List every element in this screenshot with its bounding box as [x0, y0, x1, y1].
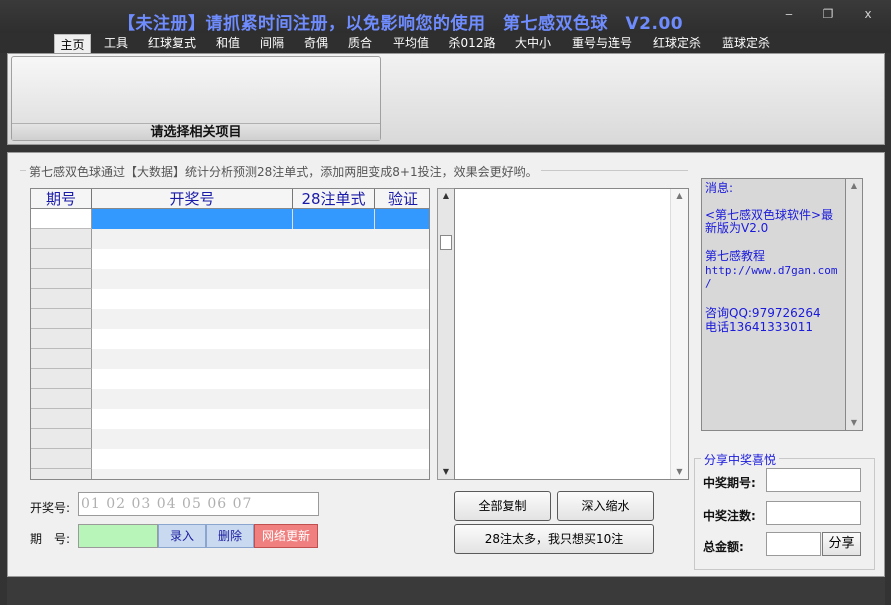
minimize-icon[interactable]: ‒: [778, 6, 800, 22]
table-row[interactable]: [31, 249, 429, 269]
table-row[interactable]: [31, 449, 429, 469]
scroll-down-icon[interactable]: ▼: [846, 416, 862, 430]
message-phone: 电话13641333011: [705, 320, 813, 334]
ribbon-group: 请选择相关项目: [11, 56, 381, 141]
tab-red-multiple[interactable]: 红球复式: [143, 33, 201, 53]
total-amount-input[interactable]: [766, 532, 821, 556]
table-row[interactable]: [31, 209, 429, 229]
table-row[interactable]: [31, 389, 429, 409]
col-header-verify[interactable]: 验证: [375, 189, 429, 209]
tab-sum[interactable]: 和值: [210, 33, 246, 53]
tab-size[interactable]: 大中小: [509, 33, 557, 53]
close-icon[interactable]: x: [857, 6, 879, 22]
bets-output-textarea[interactable]: ▲ ▼: [454, 188, 689, 480]
table-row[interactable]: [31, 469, 429, 479]
tab-red-kill[interactable]: 红球定杀: [647, 33, 707, 53]
message-qq: 咨询QQ:979726264: [705, 306, 821, 320]
tab-repeat-consecutive[interactable]: 重号与连号: [566, 33, 638, 53]
period-input[interactable]: [78, 524, 158, 548]
menu-bar: 主页 工具 红球复式 和值 间隔 奇偶 质合 平均值 杀012路 大中小 重号与…: [0, 33, 891, 54]
table-row[interactable]: [31, 329, 429, 349]
table-row[interactable]: [31, 349, 429, 369]
col-header-28bets[interactable]: 28注单式: [293, 189, 375, 209]
copy-all-button[interactable]: 全部复制: [454, 491, 551, 521]
table-row[interactable]: [31, 309, 429, 329]
share-legend: 分享中奖喜悦: [701, 451, 780, 468]
tab-average[interactable]: 平均值: [386, 33, 436, 53]
table-scrollbar[interactable]: ▲ ▼: [437, 188, 455, 480]
message-line: 新版为V2.0: [705, 221, 769, 235]
win-period-input[interactable]: [766, 468, 861, 492]
delete-button[interactable]: 删除: [206, 524, 254, 548]
buy-10-button[interactable]: 28注太多，我只想买10注: [454, 524, 654, 554]
tab-tools[interactable]: 工具: [98, 33, 134, 53]
app-window: 【未注册】请抓紧时间注册，以免影响您的使用 第七感双色球 V2.00 ‒ ❐ x…: [0, 0, 891, 605]
message-url[interactable]: http://www.d7gan.com: [705, 264, 837, 277]
window-title: 【未注册】请抓紧时间注册，以免影响您的使用 第七感双色球 V2.00: [118, 14, 684, 34]
deep-shrink-button[interactable]: 深入缩水: [557, 491, 654, 521]
table-header: 期号 开奖号 28注单式 验证: [31, 189, 429, 209]
tab-prime-composite[interactable]: 质合: [342, 33, 378, 53]
table-row[interactable]: [31, 289, 429, 309]
scroll-up-icon[interactable]: ▲: [846, 179, 862, 193]
message-panel: 消息: <第七感双色球软件>最 新版为V2.0 第七感教程 http://www…: [701, 178, 846, 431]
result-table: 期号 开奖号 28注单式 验证: [30, 188, 430, 480]
col-header-period[interactable]: 期号: [31, 189, 92, 209]
tab-interval[interactable]: 间隔: [254, 33, 290, 53]
prediction-group: 第七感双色球通过【大数据】统计分析预测28注单式，添加两胆变成8+1投注，效果会…: [20, 163, 688, 180]
period-label: 期 号:: [30, 532, 71, 546]
scroll-up-icon[interactable]: ▲: [671, 189, 688, 203]
table-row[interactable]: [31, 269, 429, 289]
message-tutorial: 第七感教程: [705, 249, 766, 263]
winning-numbers-label: 开奖号:: [30, 501, 71, 515]
table-row[interactable]: [31, 229, 429, 249]
win-period-label: 中奖期号:: [703, 476, 756, 490]
tab-kill-012[interactable]: 杀012路: [444, 33, 500, 53]
ribbon-group-label: 请选择相关项目: [12, 123, 380, 140]
scroll-thumb[interactable]: [440, 235, 452, 250]
prediction-legend: 第七感双色球通过【大数据】统计分析预测28注单式，添加两胆变成8+1投注，效果会…: [26, 163, 541, 180]
restore-icon[interactable]: ❐: [817, 6, 839, 22]
share-button[interactable]: 分享: [822, 532, 861, 556]
enter-button[interactable]: 录入: [158, 524, 206, 548]
tab-blue-kill[interactable]: 蓝球定杀: [716, 33, 776, 53]
win-count-label: 中奖注数:: [703, 509, 756, 523]
message-url[interactable]: /: [705, 277, 712, 290]
main-panel: 第七感双色球通过【大数据】统计分析预测28注单式，添加两胆变成8+1投注，效果会…: [7, 152, 885, 577]
tab-home[interactable]: 主页: [54, 34, 91, 54]
message-scrollbar[interactable]: ▲ ▼: [846, 178, 863, 431]
title-bar: 【未注册】请抓紧时间注册，以免影响您的使用 第七感双色球 V2.00 ‒ ❐ x: [0, 0, 891, 34]
network-update-button[interactable]: 网络更新: [254, 524, 318, 548]
table-row[interactable]: [31, 409, 429, 429]
status-bar: [7, 577, 885, 605]
total-amount-label: 总金额:: [703, 540, 744, 554]
scroll-down-icon[interactable]: ▼: [438, 465, 454, 479]
scroll-down-icon[interactable]: ▼: [671, 465, 688, 479]
ribbon: 请选择相关项目: [7, 53, 885, 145]
message-title: 消息:: [705, 181, 734, 195]
tab-odd-even[interactable]: 奇偶: [298, 33, 334, 53]
table-row[interactable]: [31, 369, 429, 389]
col-header-numbers[interactable]: 开奖号: [92, 189, 293, 209]
winning-numbers-input[interactable]: 01 02 03 04 05 06 07: [78, 492, 319, 516]
output-scrollbar[interactable]: ▲ ▼: [670, 189, 688, 479]
table-row[interactable]: [31, 429, 429, 449]
scroll-up-icon[interactable]: ▲: [438, 189, 454, 203]
win-count-input[interactable]: [766, 501, 861, 525]
